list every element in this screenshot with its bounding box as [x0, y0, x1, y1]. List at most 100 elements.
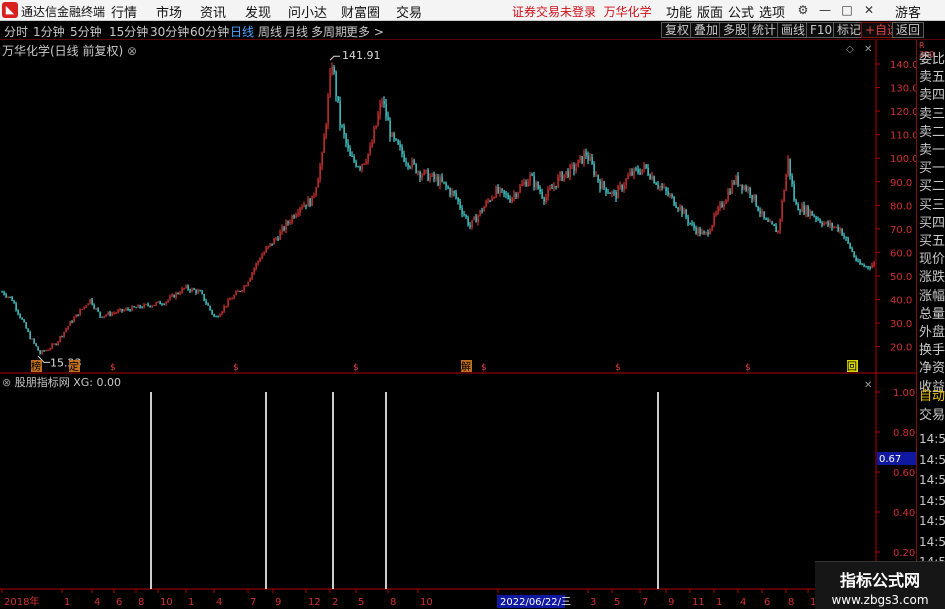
menu-formula[interactable]: 公式: [728, 2, 754, 21]
guest-login[interactable]: 游客: [895, 2, 921, 21]
period-daily[interactable]: 日线: [230, 23, 254, 40]
date-tick-label: 4: [740, 597, 746, 608]
candle-body: [665, 187, 667, 192]
adjust-button[interactable]: 复权: [661, 22, 694, 38]
back-button[interactable]: 返回: [892, 22, 925, 38]
period-5min[interactable]: 5分钟: [70, 23, 102, 40]
candle-body: [625, 178, 627, 186]
candle-body: [761, 211, 763, 214]
candle-body: [257, 261, 259, 264]
candle-body: [283, 226, 285, 231]
quote-field-13[interactable]: 涨幅: [919, 285, 945, 304]
candle-body: [91, 298, 93, 305]
quote-field-5[interactable]: 卖一: [919, 139, 945, 158]
period-more[interactable]: 更多 >: [346, 23, 384, 40]
period-monthly[interactable]: 月线: [284, 23, 308, 40]
candle-body: [385, 103, 387, 117]
chart-title-text: 万华化学(日线 前复权): [2, 44, 124, 58]
candle-body: [237, 291, 239, 293]
menu-market[interactable]: 行情: [111, 2, 137, 21]
menu-news[interactable]: 资讯: [200, 2, 226, 21]
menu-options[interactable]: 选项: [759, 2, 785, 21]
candle-body: [729, 191, 731, 194]
menu-trade[interactable]: 交易: [396, 2, 422, 21]
quote-field-4[interactable]: 卖二: [919, 121, 945, 140]
candle-body: [173, 294, 175, 298]
quote-field-10[interactable]: 买五: [919, 230, 945, 249]
candle-body: [443, 181, 445, 183]
quote-field-9[interactable]: 买四: [919, 212, 945, 231]
quote-field-16[interactable]: 换手: [919, 339, 945, 358]
date-tick-label: 12: [308, 597, 321, 608]
candle-body: [805, 206, 807, 214]
menu-discover[interactable]: 发现: [245, 2, 271, 21]
f10-button[interactable]: F10: [806, 22, 837, 38]
period-weekly[interactable]: 周线: [258, 23, 282, 40]
login-status[interactable]: 证券交易未登录 万华化学: [512, 3, 652, 20]
price-tick-label: 30.0: [890, 319, 912, 330]
quote-field-12[interactable]: 涨跌: [919, 266, 945, 285]
trade-label[interactable]: 交易: [919, 404, 945, 423]
period-multi[interactable]: 多周期: [311, 23, 347, 40]
indicator-dropdown-icon[interactable]: ⊗: [2, 376, 11, 389]
candle-body: [83, 306, 85, 309]
draw-line-button[interactable]: 画线: [777, 22, 810, 38]
quote-field-2[interactable]: 卖四: [919, 84, 945, 103]
candle-body: [671, 195, 673, 197]
quote-field-11[interactable]: 现价: [919, 248, 945, 267]
menu-exchange[interactable]: 市场: [156, 2, 182, 21]
candle-body: [759, 210, 761, 214]
quote-field-14[interactable]: 总量: [919, 303, 945, 322]
candle-body: [135, 307, 137, 309]
candle-body: [61, 336, 63, 338]
menu-function[interactable]: 功能: [666, 2, 692, 21]
period-60min[interactable]: 60分钟: [190, 23, 229, 40]
period-timeshare[interactable]: 分时: [4, 23, 28, 40]
price-tick-label: 80.0: [890, 201, 912, 212]
candle-body: [519, 186, 521, 193]
quote-field-17[interactable]: 净资: [919, 357, 945, 376]
quote-field-0[interactable]: 委比: [919, 48, 945, 67]
candle-body: [431, 173, 433, 177]
quote-field-15[interactable]: 外盘: [919, 321, 945, 340]
tick-time: 14:56: [919, 473, 945, 487]
kline-chart[interactable]: 140.0130.0120.0110.0100.090.080.070.060.…: [0, 40, 916, 609]
candle-body: [231, 298, 233, 300]
candle-body: [651, 176, 653, 180]
period-30min[interactable]: 30分钟: [150, 23, 189, 40]
quote-field-7[interactable]: 买二: [919, 175, 945, 194]
date-tick-label: 1: [716, 597, 722, 608]
candle-body: [143, 304, 145, 308]
quote-field-6[interactable]: 买一: [919, 157, 945, 176]
period-1min[interactable]: 1分钟: [33, 23, 65, 40]
candle-body: [743, 186, 745, 190]
multi-stock-button[interactable]: 多股: [719, 22, 752, 38]
auto-trade-toggle[interactable]: 自动: [919, 385, 945, 404]
statistics-button[interactable]: 统计: [748, 22, 781, 38]
candle-body: [553, 185, 555, 189]
close-icon[interactable]: ✕: [861, 2, 877, 18]
candle-body: [829, 223, 831, 226]
menu-ask[interactable]: 问小达: [288, 2, 327, 21]
watermark-title: 指标公式网: [839, 571, 920, 590]
candle-body: [115, 312, 117, 314]
maximize-icon[interactable]: □: [839, 2, 855, 18]
chart-area[interactable]: 140.0 130.0 120.0 110.0 100.0 90.0 80.0 70.0 60.…: [0, 40, 916, 609]
quote-field-3[interactable]: 卖三: [919, 103, 945, 122]
candle-body: [493, 197, 495, 199]
minimize-icon[interactable]: —: [817, 2, 833, 18]
dropdown-icon[interactable]: ⊗: [127, 44, 137, 58]
candle-body: [869, 267, 871, 269]
overlay-button[interactable]: 叠加: [690, 22, 723, 38]
menu-layout[interactable]: 版面: [697, 2, 723, 21]
menu-wealth[interactable]: 财富圈: [341, 2, 380, 21]
quote-field-8[interactable]: 买三: [919, 194, 945, 213]
quote-field-1[interactable]: 卖五: [919, 66, 945, 85]
settings-icon[interactable]: ⚙: [795, 2, 811, 18]
dividend-marker-icon: $: [745, 363, 751, 373]
candle-body: [157, 301, 159, 303]
candle-body: [849, 242, 851, 249]
candle-body: [597, 174, 599, 182]
candle-body: [827, 221, 829, 226]
period-15min[interactable]: 15分钟: [109, 23, 148, 40]
